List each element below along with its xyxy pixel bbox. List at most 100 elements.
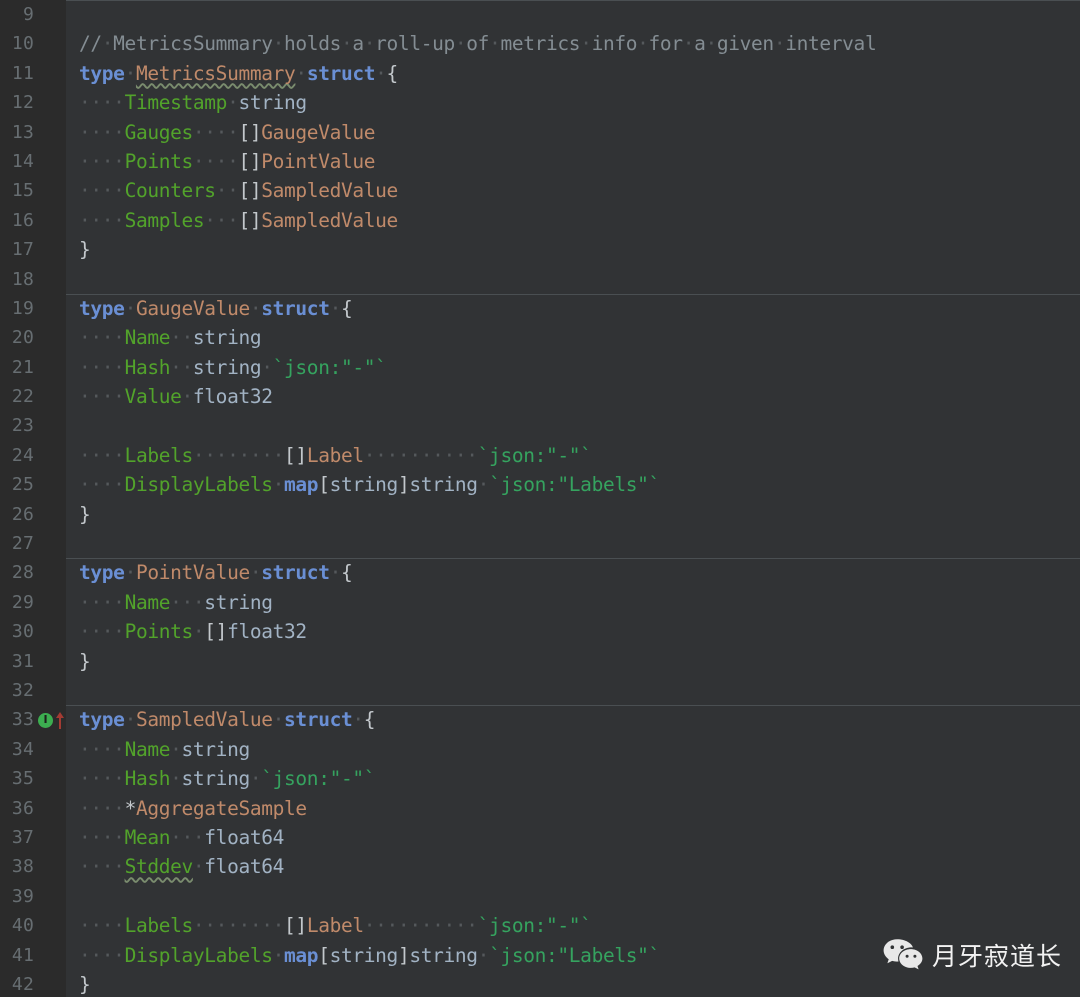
code-line[interactable]: ····Value·float32 xyxy=(66,382,1080,411)
line-number: 9 xyxy=(22,4,34,25)
line-number: 27 xyxy=(11,533,34,555)
line-number: 22 xyxy=(11,386,34,408)
code-line[interactable]: ····Labels········[]Label··········`json… xyxy=(66,911,1080,940)
code-line[interactable] xyxy=(66,411,1080,440)
gutter-row[interactable]: 13 xyxy=(0,118,66,147)
line-number: 30 xyxy=(11,621,34,643)
code-line[interactable]: } xyxy=(66,500,1080,529)
line-number: 18 xyxy=(11,268,34,290)
gutter-row[interactable]: 23 xyxy=(0,411,66,440)
code-line[interactable]: //·MetricsSummary·holds·a·roll-up·of·met… xyxy=(66,29,1080,58)
code-line[interactable]: ····Hash·string·`json:"-"` xyxy=(66,764,1080,793)
code-line[interactable] xyxy=(66,882,1080,911)
implemented-interface-icon[interactable]: I xyxy=(38,712,53,728)
gutter-row[interactable]: 39 xyxy=(0,882,66,911)
gutter-row[interactable]: 14 xyxy=(0,147,66,176)
gutter-row[interactable]: 35 xyxy=(0,764,66,793)
code-line[interactable]: } xyxy=(66,970,1080,997)
code-content-area[interactable]: //·MetricsSummary·holds·a·roll-up·of·met… xyxy=(66,0,1080,997)
gutter-marker-group[interactable]: I xyxy=(38,705,65,734)
line-number: 40 xyxy=(11,915,34,937)
gutter-row[interactable]: 31 xyxy=(0,647,66,676)
code-line[interactable]: ····Name···string xyxy=(66,588,1080,617)
code-line[interactable]: ····Name·string xyxy=(66,735,1080,764)
line-number: 16 xyxy=(11,209,34,231)
line-number: 35 xyxy=(11,768,34,790)
code-line[interactable]: ····Mean···float64 xyxy=(66,823,1080,852)
line-number: 19 xyxy=(11,297,34,319)
gutter-row[interactable]: 36 xyxy=(0,794,66,823)
gutter-row[interactable]: 9 xyxy=(0,0,66,29)
code-line[interactable]: ····DisplayLabels·map[string]string·`jso… xyxy=(66,941,1080,970)
code-line[interactable]: ····Samples···[]SampledValue xyxy=(66,206,1080,235)
gutter-row[interactable]: 30 xyxy=(0,617,66,646)
gutter-row[interactable]: 42 xyxy=(0,970,66,997)
code-line[interactable]: type·MetricsSummary·struct·{ xyxy=(66,59,1080,88)
gutter-row[interactable]: 21 xyxy=(0,353,66,382)
gutter-row[interactable]: 19 xyxy=(0,294,66,323)
line-number: 25 xyxy=(11,474,34,496)
gutter-row[interactable]: 17 xyxy=(0,235,66,264)
editor-gutter[interactable]: 9 10 11 12 13 14 15 16 17 18 19 20 21 22 23 24 25 26 27 28 2… xyxy=(0,0,66,997)
gutter-row[interactable]: 26 xyxy=(0,500,66,529)
line-number: 37 xyxy=(11,826,34,848)
gutter-row[interactable]: 27 xyxy=(0,529,66,558)
gutter-row[interactable]: 28 xyxy=(0,558,66,587)
line-number: 20 xyxy=(11,327,34,349)
line-number: 12 xyxy=(11,92,34,114)
line-number: 15 xyxy=(11,180,34,202)
arrow-up-icon[interactable] xyxy=(55,711,65,729)
code-line[interactable]: ····Hash··string·`json:"-"` xyxy=(66,353,1080,382)
code-line[interactable]: ····Timestamp·string xyxy=(66,88,1080,117)
gutter-row[interactable]: 24 xyxy=(0,441,66,470)
line-number: 26 xyxy=(11,503,34,525)
code-line[interactable]: type·SampledValue·struct·{ xyxy=(66,705,1080,734)
code-line[interactable]: type·GaugeValue·struct·{ xyxy=(66,293,1080,323)
code-line[interactable] xyxy=(66,676,1080,705)
code-line[interactable]: type·PointValue·struct·{ xyxy=(66,558,1080,587)
line-number: 33 xyxy=(11,709,34,731)
gutter-row[interactable]: 37 xyxy=(0,823,66,852)
code-line[interactable]: } xyxy=(66,647,1080,676)
gutter-row[interactable]: 10 xyxy=(0,29,66,58)
line-number: 32 xyxy=(11,679,34,701)
line-number: 23 xyxy=(11,415,34,437)
line-number: 41 xyxy=(11,944,34,966)
code-line[interactable]: ····Counters··[]SampledValue xyxy=(66,176,1080,205)
gutter-row[interactable]: 38 xyxy=(0,852,66,881)
gutter-row[interactable]: 40 xyxy=(0,911,66,940)
gutter-row[interactable]: 41 xyxy=(0,941,66,970)
line-number: 39 xyxy=(11,885,34,907)
line-number: 14 xyxy=(11,150,34,172)
code-line[interactable]: ····Labels········[]Label··········`json… xyxy=(66,441,1080,470)
gutter-row[interactable]: 12 xyxy=(0,88,66,117)
gutter-row[interactable]: 32 xyxy=(0,676,66,705)
gutter-row[interactable]: 15 xyxy=(0,176,66,205)
gutter-row[interactable]: 29 xyxy=(0,588,66,617)
code-line[interactable]: ····DisplayLabels·map[string]string·`jso… xyxy=(66,470,1080,499)
gutter-row[interactable]: 34 xyxy=(0,735,66,764)
gutter-row[interactable]: 18 xyxy=(0,265,66,294)
code-line[interactable]: ····Points····[]PointValue xyxy=(66,147,1080,176)
code-line[interactable]: ····Stddev·float64 xyxy=(66,852,1080,881)
gutter-row[interactable]: 11 xyxy=(0,59,66,88)
line-number: 36 xyxy=(11,797,34,819)
gutter-row[interactable]: 22 xyxy=(0,382,66,411)
code-line[interactable]: ····*AggregateSample xyxy=(66,794,1080,823)
code-line[interactable] xyxy=(66,0,1080,29)
line-number: 17 xyxy=(11,239,34,261)
gutter-row[interactable]: 20 xyxy=(0,323,66,352)
code-line[interactable]: } xyxy=(66,235,1080,264)
gutter-row[interactable]: 16 xyxy=(0,206,66,235)
line-number: 29 xyxy=(11,591,34,613)
line-number: 10 xyxy=(11,33,34,55)
code-line[interactable] xyxy=(66,529,1080,558)
code-editor: 9 10 11 12 13 14 15 16 17 18 19 20 21 22 23 24 25 26 27 28 2… xyxy=(0,0,1080,997)
line-number: 21 xyxy=(11,356,34,378)
code-line[interactable]: ····Gauges····[]GaugeValue xyxy=(66,118,1080,147)
gutter-row[interactable]: 25 xyxy=(0,470,66,499)
code-line[interactable]: ····Name··string xyxy=(66,323,1080,352)
gutter-row[interactable]: 33 I xyxy=(0,705,66,734)
code-line[interactable] xyxy=(66,265,1080,294)
code-line[interactable]: ····Points·[]float32 xyxy=(66,617,1080,646)
